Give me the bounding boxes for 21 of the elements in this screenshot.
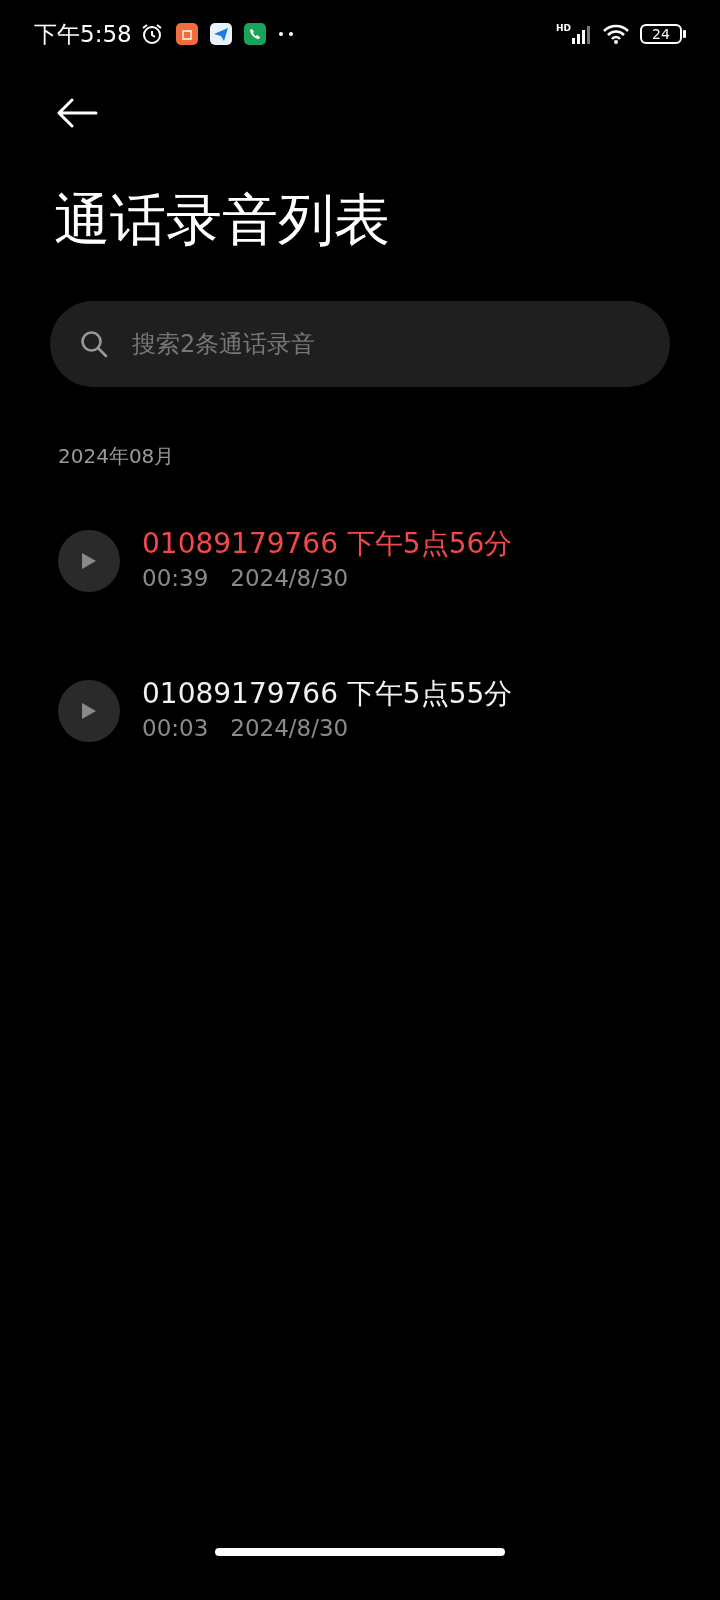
back-arrow-icon	[56, 98, 98, 128]
date-text: 2024/8/30	[230, 563, 349, 593]
wifi-icon	[602, 23, 630, 45]
more-notifications-icon	[277, 31, 294, 37]
paper-plane-app-icon	[209, 23, 232, 45]
signal-icon	[572, 24, 592, 44]
network-type-label: HD	[556, 24, 571, 33]
search-field[interactable]: 搜索2条通话录音	[50, 301, 670, 388]
back-button[interactable]	[56, 98, 98, 128]
duration-text: 00:39	[142, 563, 209, 593]
battery-level-text: 24	[652, 27, 670, 41]
date-text: 2024/8/30	[230, 713, 349, 743]
clock-time: 下午5:58	[34, 19, 132, 49]
page-title: 通话录音列表	[54, 186, 391, 254]
section-header: 2024年08月	[58, 443, 176, 471]
play-icon	[82, 553, 96, 570]
play-icon	[82, 703, 96, 720]
phone-app-icon	[243, 23, 266, 45]
recording-title[interactable]: 01089179766 下午5点55分	[142, 677, 513, 711]
duration-text: 00:03	[142, 713, 209, 743]
recording-title[interactable]: 01089179766 下午5点56分	[142, 527, 513, 561]
